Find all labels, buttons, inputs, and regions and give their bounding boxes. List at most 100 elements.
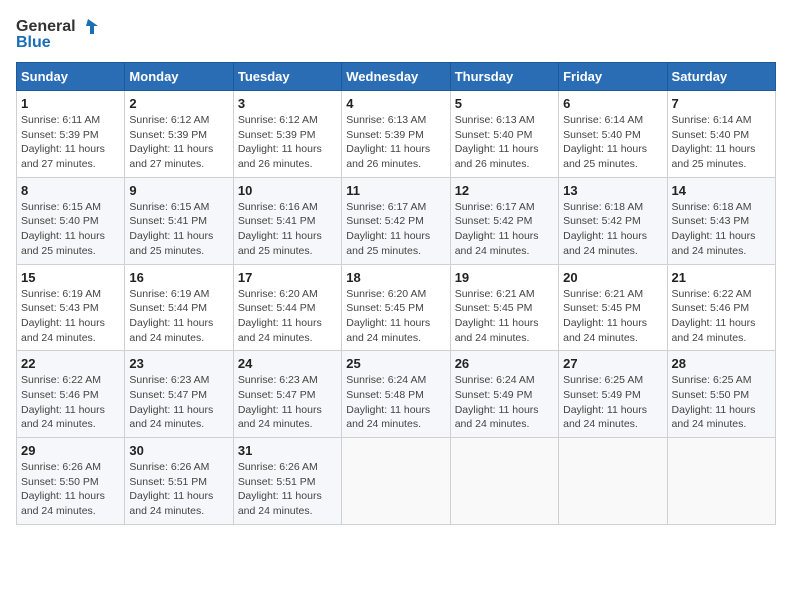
calendar-cell: 12 Sunrise: 6:17 AM Sunset: 5:42 PM Dayli… <box>450 177 558 264</box>
day-number: 11 <box>346 183 445 198</box>
day-number: 31 <box>238 443 337 458</box>
day-header-friday: Friday <box>559 63 667 91</box>
day-info: Sunrise: 6:26 AM Sunset: 5:51 PM Dayligh… <box>129 460 228 519</box>
day-number: 7 <box>672 96 771 111</box>
calendar-cell: 5 Sunrise: 6:13 AM Sunset: 5:40 PM Daylig… <box>450 91 558 178</box>
calendar-cell: 9Sunrise: 6:15 AM Sunset: 5:41 PM Daylig… <box>125 177 233 264</box>
day-number: 28 <box>672 356 771 371</box>
logo: General Blue <box>16 16 100 52</box>
day-number: 6 <box>563 96 662 111</box>
day-number: 2 <box>129 96 228 111</box>
calendar-cell: 2Sunrise: 6:12 AM Sunset: 5:39 PM Daylig… <box>125 91 233 178</box>
logo-container: General Blue <box>16 16 100 52</box>
page-header: General Blue <box>16 16 776 52</box>
day-info: Sunrise: 6:26 AM Sunset: 5:51 PM Dayligh… <box>238 460 337 519</box>
day-header-tuesday: Tuesday <box>233 63 341 91</box>
day-number: 25 <box>346 356 445 371</box>
day-info: Sunrise: 6:18 AM Sunset: 5:42 PM Dayligh… <box>563 200 662 259</box>
day-info: Sunrise: 6:23 AM Sunset: 5:47 PM Dayligh… <box>238 373 337 432</box>
calendar-cell: 8Sunrise: 6:15 AM Sunset: 5:40 PM Daylig… <box>17 177 125 264</box>
day-info: Sunrise: 6:24 AM Sunset: 5:49 PM Dayligh… <box>455 373 554 432</box>
calendar-cell <box>342 438 450 525</box>
calendar-cell: 24Sunrise: 6:23 AM Sunset: 5:47 PM Dayli… <box>233 351 341 438</box>
day-number: 19 <box>455 270 554 285</box>
day-header-thursday: Thursday <box>450 63 558 91</box>
day-number: 23 <box>129 356 228 371</box>
day-info: Sunrise: 6:21 AM Sunset: 5:45 PM Dayligh… <box>455 287 554 346</box>
day-number: 15 <box>21 270 120 285</box>
day-number: 13 <box>563 183 662 198</box>
day-info: Sunrise: 6:17 AM Sunset: 5:42 PM Dayligh… <box>455 200 554 259</box>
day-number: 29 <box>21 443 120 458</box>
day-info: Sunrise: 6:19 AM Sunset: 5:44 PM Dayligh… <box>129 287 228 346</box>
calendar-cell: 23 Sunrise: 6:23 AM Sunset: 5:47 PM Dayli… <box>125 351 233 438</box>
calendar-cell: 28 Sunrise: 6:25 AM Sunset: 5:50 PM Dayli… <box>667 351 775 438</box>
calendar-cell: 26 Sunrise: 6:24 AM Sunset: 5:49 PM Dayli… <box>450 351 558 438</box>
calendar-cell: 7 Sunrise: 6:14 AM Sunset: 5:40 PM Daylig… <box>667 91 775 178</box>
day-number: 16 <box>129 270 228 285</box>
day-info: Sunrise: 6:24 AM Sunset: 5:48 PM Dayligh… <box>346 373 445 432</box>
day-info: Sunrise: 6:20 AM Sunset: 5:45 PM Dayligh… <box>346 287 445 346</box>
calendar-cell: 14Sunrise: 6:18 AM Sunset: 5:43 PM Dayli… <box>667 177 775 264</box>
calendar-cell <box>559 438 667 525</box>
calendar-header-row: SundayMondayTuesdayWednesdayThursdayFrid… <box>17 63 776 91</box>
day-info: Sunrise: 6:13 AM Sunset: 5:39 PM Dayligh… <box>346 113 445 172</box>
calendar-week-5: 29 Sunrise: 6:26 AM Sunset: 5:50 PM Dayli… <box>17 438 776 525</box>
calendar-cell: 11Sunrise: 6:17 AM Sunset: 5:42 PM Dayli… <box>342 177 450 264</box>
calendar-cell: 18 Sunrise: 6:20 AM Sunset: 5:45 PM Dayli… <box>342 264 450 351</box>
day-number: 17 <box>238 270 337 285</box>
day-number: 26 <box>455 356 554 371</box>
calendar-cell: 6 Sunrise: 6:14 AM Sunset: 5:40 PM Daylig… <box>559 91 667 178</box>
calendar-cell: 15 Sunrise: 6:19 AM Sunset: 5:43 PM Dayli… <box>17 264 125 351</box>
calendar-cell: 20Sunrise: 6:21 AM Sunset: 5:45 PM Dayli… <box>559 264 667 351</box>
day-number: 3 <box>238 96 337 111</box>
calendar-week-2: 8Sunrise: 6:15 AM Sunset: 5:40 PM Daylig… <box>17 177 776 264</box>
day-number: 10 <box>238 183 337 198</box>
calendar-cell: 19 Sunrise: 6:21 AM Sunset: 5:45 PM Dayli… <box>450 264 558 351</box>
logo-blue: Blue <box>16 34 51 52</box>
day-number: 27 <box>563 356 662 371</box>
day-info: Sunrise: 6:14 AM Sunset: 5:40 PM Dayligh… <box>672 113 771 172</box>
calendar-cell: 16 Sunrise: 6:19 AM Sunset: 5:44 PM Dayli… <box>125 264 233 351</box>
calendar-week-1: 1Sunrise: 6:11 AM Sunset: 5:39 PM Daylig… <box>17 91 776 178</box>
calendar-week-4: 22Sunrise: 6:22 AM Sunset: 5:46 PM Dayli… <box>17 351 776 438</box>
calendar-cell: 31 Sunrise: 6:26 AM Sunset: 5:51 PM Dayli… <box>233 438 341 525</box>
calendar-cell: 29 Sunrise: 6:26 AM Sunset: 5:50 PM Dayli… <box>17 438 125 525</box>
day-info: Sunrise: 6:12 AM Sunset: 5:39 PM Dayligh… <box>238 113 337 172</box>
calendar-cell: 25 Sunrise: 6:24 AM Sunset: 5:48 PM Dayli… <box>342 351 450 438</box>
day-number: 30 <box>129 443 228 458</box>
day-number: 1 <box>21 96 120 111</box>
day-header-sunday: Sunday <box>17 63 125 91</box>
day-number: 18 <box>346 270 445 285</box>
calendar-cell: 17Sunrise: 6:20 AM Sunset: 5:44 PM Dayli… <box>233 264 341 351</box>
day-number: 22 <box>21 356 120 371</box>
day-info: Sunrise: 6:23 AM Sunset: 5:47 PM Dayligh… <box>129 373 228 432</box>
calendar-cell: 22Sunrise: 6:22 AM Sunset: 5:46 PM Dayli… <box>17 351 125 438</box>
day-info: Sunrise: 6:22 AM Sunset: 5:46 PM Dayligh… <box>672 287 771 346</box>
day-info: Sunrise: 6:14 AM Sunset: 5:40 PM Dayligh… <box>563 113 662 172</box>
day-info: Sunrise: 6:25 AM Sunset: 5:50 PM Dayligh… <box>672 373 771 432</box>
calendar-week-3: 15 Sunrise: 6:19 AM Sunset: 5:43 PM Dayli… <box>17 264 776 351</box>
day-number: 12 <box>455 183 554 198</box>
day-header-saturday: Saturday <box>667 63 775 91</box>
calendar-cell: 3 Sunrise: 6:12 AM Sunset: 5:39 PM Daylig… <box>233 91 341 178</box>
calendar-cell <box>450 438 558 525</box>
logo-bird-icon <box>78 16 100 38</box>
day-header-wednesday: Wednesday <box>342 63 450 91</box>
day-info: Sunrise: 6:13 AM Sunset: 5:40 PM Dayligh… <box>455 113 554 172</box>
day-info: Sunrise: 6:18 AM Sunset: 5:43 PM Dayligh… <box>672 200 771 259</box>
calendar-cell: 10Sunrise: 6:16 AM Sunset: 5:41 PM Dayli… <box>233 177 341 264</box>
calendar-cell: 1Sunrise: 6:11 AM Sunset: 5:39 PM Daylig… <box>17 91 125 178</box>
day-number: 5 <box>455 96 554 111</box>
calendar-cell: 30 Sunrise: 6:26 AM Sunset: 5:51 PM Dayli… <box>125 438 233 525</box>
day-info: Sunrise: 6:26 AM Sunset: 5:50 PM Dayligh… <box>21 460 120 519</box>
calendar-cell: 21 Sunrise: 6:22 AM Sunset: 5:46 PM Dayli… <box>667 264 775 351</box>
day-info: Sunrise: 6:15 AM Sunset: 5:41 PM Dayligh… <box>129 200 228 259</box>
calendar-cell: 27Sunrise: 6:25 AM Sunset: 5:49 PM Dayli… <box>559 351 667 438</box>
day-number: 20 <box>563 270 662 285</box>
day-number: 21 <box>672 270 771 285</box>
calendar-cell <box>667 438 775 525</box>
day-header-monday: Monday <box>125 63 233 91</box>
calendar-table: SundayMondayTuesdayWednesdayThursdayFrid… <box>16 62 776 525</box>
day-info: Sunrise: 6:19 AM Sunset: 5:43 PM Dayligh… <box>21 287 120 346</box>
